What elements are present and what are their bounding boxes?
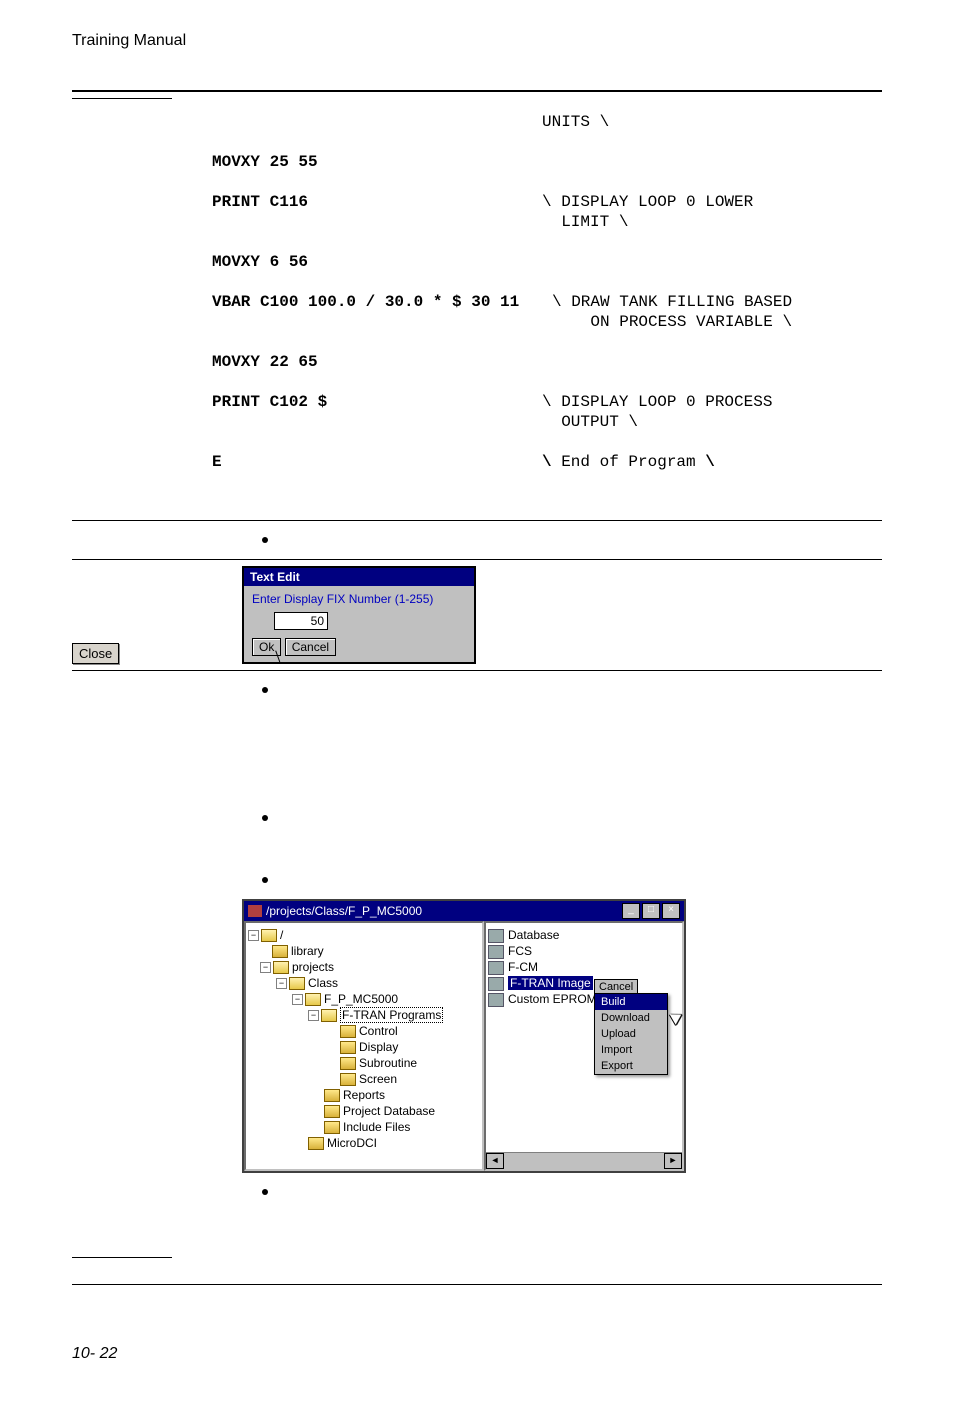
tree-node[interactable]: Project Database [343,1104,435,1118]
scroll-left-button[interactable]: ◄ [486,1153,504,1169]
text-edit-titlebar: Text Edit [244,568,474,586]
text-edit-prompt: Enter Display FIX Number (1-255) [252,592,466,606]
tree-node[interactable]: Screen [359,1072,397,1086]
list-item[interactable]: FCS [508,944,532,958]
list-item[interactable]: F-CM [508,960,538,974]
folder-icon [272,945,288,958]
folder-icon [324,1089,340,1102]
page-number: 10- 22 [72,1345,882,1363]
eprom-icon [488,993,504,1007]
bullet-icon [262,1189,268,1195]
menu-item-import[interactable]: Import [595,1042,667,1058]
tree-node[interactable]: library [291,944,324,958]
minimize-button[interactable]: _ [622,903,640,919]
fcm-icon [488,961,504,975]
bullet-icon [262,815,268,821]
menu-item-download[interactable]: Download [595,1010,667,1026]
database-icon [488,929,504,943]
project-window: /projects/Class/F_P_MC5000 _ □ × − / libr… [242,899,686,1173]
page-header: Training Manual [72,32,882,50]
tree-node[interactable]: Subroutine [359,1056,417,1070]
project-item-list[interactable]: Database FCS F-CM F-TRAN Image Custom EP… [484,921,684,1171]
cancel-button[interactable]: Cancel [285,638,336,656]
expander-icon[interactable]: − [276,978,287,989]
folder-open-icon [261,929,277,942]
expander-icon[interactable]: − [292,994,303,1005]
tree-node[interactable]: projects [292,960,334,974]
expander-icon[interactable]: − [248,930,259,941]
bullet-icon [262,877,268,883]
project-tree[interactable]: −/ library −projects −Class −F_P_MC5000 … [244,921,484,1171]
folder-icon [340,1025,356,1038]
context-menu: Build Download Upload Import Export [594,993,668,1075]
tree-node[interactable]: Class [308,976,338,990]
close-button[interactable]: Close [72,643,119,664]
tree-node-root[interactable]: / [280,928,283,942]
tree-node[interactable]: Display [359,1040,398,1054]
folder-icon [340,1057,356,1070]
folder-icon [324,1105,340,1118]
list-item[interactable]: Database [508,928,559,942]
folder-open-icon [305,993,321,1006]
fix-number-input[interactable] [274,612,328,630]
fcs-icon [488,945,504,959]
app-icon [248,905,262,917]
folder-icon [340,1073,356,1086]
expander-icon[interactable]: − [308,1010,319,1021]
bullet-icon [262,537,268,543]
margin-short-rule [72,1257,172,1258]
folder-open-icon [321,1009,337,1022]
folder-open-icon [289,977,305,990]
bottom-rule [72,1284,882,1285]
expander-icon[interactable]: − [260,962,271,973]
file-icon [488,977,504,991]
tree-node-selected[interactable]: F_P_MC5000 [324,991,398,1007]
project-title-text: /projects/Class/F_P_MC5000 [266,904,622,918]
maximize-button[interactable]: □ [642,903,660,919]
menu-item-upload[interactable]: Upload [595,1026,667,1042]
tree-node[interactable]: Control [359,1024,398,1038]
code-listing: UNITS \ MOVXY 25 55 PRINT C116\ DISPLAY … [212,92,882,512]
tree-node[interactable]: MicroDCI [327,1136,377,1150]
tree-node[interactable]: Reports [343,1088,385,1102]
folder-icon [340,1041,356,1054]
text-edit-dialog: Text Edit Enter Display FIX Number (1-25… [242,566,476,664]
list-item[interactable]: Custom EPROM [508,992,597,1006]
margin-short-rule [72,98,172,99]
scroll-right-button[interactable]: ► [664,1153,682,1169]
folder-icon [308,1137,324,1150]
bullet-icon [262,687,268,693]
close-window-button[interactable]: × [662,903,680,919]
project-titlebar[interactable]: /projects/Class/F_P_MC5000 _ □ × [244,901,684,921]
folder-open-icon [273,961,289,974]
tree-node[interactable]: Include Files [343,1120,410,1134]
folder-icon [324,1121,340,1134]
menu-item-build[interactable]: Build [595,994,667,1010]
horizontal-scrollbar[interactable]: ◄ ► [486,1152,682,1169]
tree-node[interactable]: F-TRAN Programs [340,1007,443,1023]
list-item-selected[interactable]: F-TRAN Image [508,976,593,990]
menu-item-export[interactable]: Export [595,1058,667,1074]
